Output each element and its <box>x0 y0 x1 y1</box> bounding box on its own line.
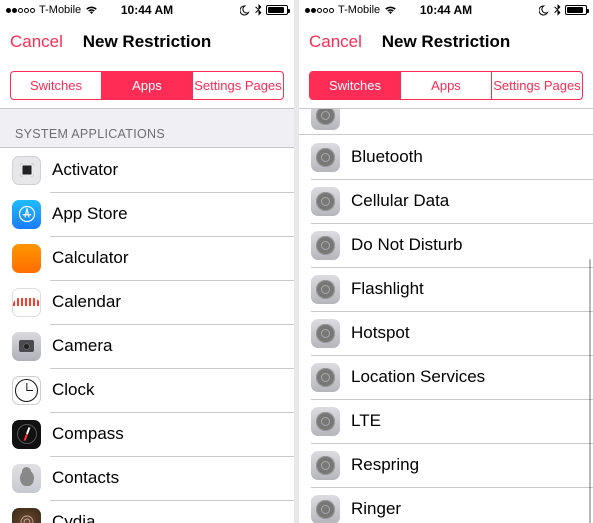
switch-icon <box>311 143 340 172</box>
row-label: LTE <box>351 411 381 431</box>
appstore-icon <box>12 200 41 229</box>
cancel-button[interactable]: Cancel <box>10 32 63 52</box>
list-item[interactable]: LTE <box>299 399 593 443</box>
status-bar: T-Mobile 10:44 AM <box>299 0 593 20</box>
list-item[interactable]: Calculator <box>0 236 294 280</box>
segment-apps[interactable]: Apps <box>102 72 193 99</box>
switch-icon <box>311 363 340 392</box>
list-item-partial[interactable] <box>299 109 593 135</box>
row-label: App Store <box>52 204 128 224</box>
switch-icon <box>311 231 340 260</box>
list-item[interactable]: Cydia <box>0 500 294 523</box>
cydia-icon <box>12 508 41 523</box>
carrier-label: T-Mobile <box>338 4 380 16</box>
row-label: Bluetooth <box>351 147 423 167</box>
list-item[interactable]: Hotspot <box>299 311 593 355</box>
signal-dots-icon <box>305 8 334 13</box>
segmented-control: Switches Apps Settings Pages <box>309 71 583 100</box>
list-item[interactable]: Bluetooth <box>299 135 593 179</box>
apps-list: Activator App Store Calculator Calendar … <box>0 147 294 523</box>
row-label: Ringer <box>351 499 401 519</box>
carrier-label: T-Mobile <box>39 4 81 16</box>
switch-icon <box>311 187 340 216</box>
switch-icon <box>311 319 340 348</box>
moon-icon <box>539 5 550 16</box>
list-item[interactable]: App Store <box>0 192 294 236</box>
segment-switches[interactable]: Switches <box>11 72 102 99</box>
row-label: Calendar <box>52 292 121 312</box>
activator-icon <box>12 156 41 185</box>
list-item[interactable]: Do Not Disturb <box>299 223 593 267</box>
nav-title: New Restriction <box>382 32 510 52</box>
list-content[interactable]: SYSTEM APPLICATIONS Activator App Store … <box>0 109 294 523</box>
row-label: Hotspot <box>351 323 410 343</box>
list-item[interactable]: Activator <box>0 148 294 192</box>
wifi-icon <box>85 5 98 15</box>
section-header: SYSTEM APPLICATIONS <box>0 109 294 147</box>
status-bar: T-Mobile 10:44 AM <box>0 0 294 20</box>
segmented-control: Switches Apps Settings Pages <box>10 71 284 100</box>
row-label: Respring <box>351 455 419 475</box>
row-label: Camera <box>52 336 112 356</box>
signal-dots-icon <box>6 8 35 13</box>
calculator-icon <box>12 244 41 273</box>
switches-list: Bluetooth Cellular Data Do Not Disturb F… <box>299 135 593 523</box>
switch-icon <box>311 495 340 523</box>
phone-left: T-Mobile 10:44 AM Cancel New Restriction… <box>0 0 294 523</box>
list-item[interactable]: Ringer <box>299 487 593 523</box>
battery-icon <box>266 5 288 15</box>
scrollbar[interactable] <box>589 259 592 523</box>
compass-icon <box>12 420 41 449</box>
cancel-button[interactable]: Cancel <box>309 32 362 52</box>
row-label: Location Services <box>351 367 485 387</box>
nav-bar: Cancel New Restriction <box>299 20 593 64</box>
row-label: Calculator <box>52 248 129 268</box>
row-label: Compass <box>52 424 124 444</box>
switch-icon <box>311 275 340 304</box>
moon-icon <box>240 5 251 16</box>
nav-title: New Restriction <box>83 32 211 52</box>
wifi-icon <box>384 5 397 15</box>
list-item[interactable]: Camera <box>0 324 294 368</box>
row-label: Flashlight <box>351 279 424 299</box>
bluetooth-icon <box>554 4 561 16</box>
row-label: Activator <box>52 160 118 180</box>
battery-icon <box>565 5 587 15</box>
bluetooth-icon <box>255 4 262 16</box>
status-time: 10:44 AM <box>121 3 173 17</box>
switch-icon <box>311 109 340 130</box>
row-label: Clock <box>52 380 95 400</box>
list-item[interactable]: Cellular Data <box>299 179 593 223</box>
list-item[interactable]: Compass <box>0 412 294 456</box>
segmented-control-wrap: Switches Apps Settings Pages <box>299 64 593 109</box>
switch-icon <box>311 407 340 436</box>
list-item[interactable]: Respring <box>299 443 593 487</box>
segment-settings-pages[interactable]: Settings Pages <box>492 72 582 99</box>
phone-right: T-Mobile 10:44 AM Cancel New Restriction… <box>299 0 593 523</box>
contacts-icon <box>12 464 41 493</box>
segmented-control-wrap: Switches Apps Settings Pages <box>0 64 294 109</box>
row-label: Contacts <box>52 468 119 488</box>
segment-apps[interactable]: Apps <box>401 72 492 99</box>
list-content[interactable]: Bluetooth Cellular Data Do Not Disturb F… <box>299 109 593 523</box>
list-item[interactable]: Location Services <box>299 355 593 399</box>
row-label: Do Not Disturb <box>351 235 462 255</box>
list-item[interactable]: Clock <box>0 368 294 412</box>
list-item[interactable]: Flashlight <box>299 267 593 311</box>
list-item[interactable]: Contacts <box>0 456 294 500</box>
clock-icon <box>12 376 41 405</box>
status-time: 10:44 AM <box>420 3 472 17</box>
segment-switches[interactable]: Switches <box>310 72 401 99</box>
camera-icon <box>12 332 41 361</box>
segment-settings-pages[interactable]: Settings Pages <box>193 72 283 99</box>
switch-icon <box>311 451 340 480</box>
list-item[interactable]: Calendar <box>0 280 294 324</box>
row-label: Cydia <box>52 512 95 523</box>
row-label: Cellular Data <box>351 191 449 211</box>
calendar-icon <box>12 288 41 317</box>
nav-bar: Cancel New Restriction <box>0 20 294 64</box>
